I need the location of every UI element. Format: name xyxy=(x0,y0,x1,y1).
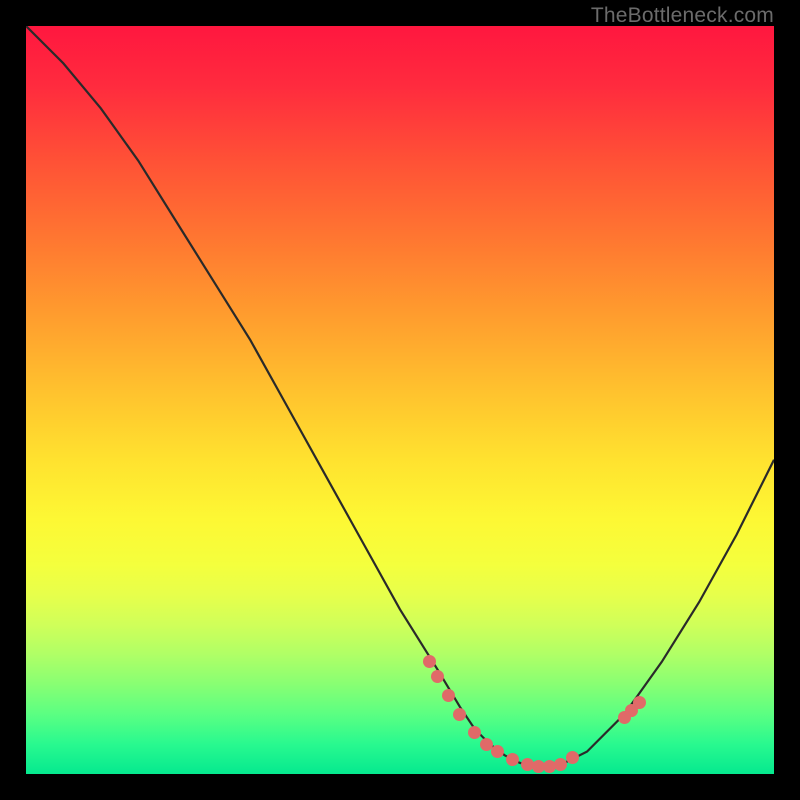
chart-plot-area xyxy=(26,26,774,774)
data-point xyxy=(506,753,519,766)
chart-frame: TheBottleneck.com xyxy=(0,0,800,800)
data-point xyxy=(453,708,466,721)
data-point xyxy=(442,689,455,702)
data-point xyxy=(566,751,579,764)
data-point xyxy=(491,745,504,758)
data-point xyxy=(554,758,567,771)
attribution-label: TheBottleneck.com xyxy=(591,4,774,28)
bottleneck-curve xyxy=(26,26,774,774)
